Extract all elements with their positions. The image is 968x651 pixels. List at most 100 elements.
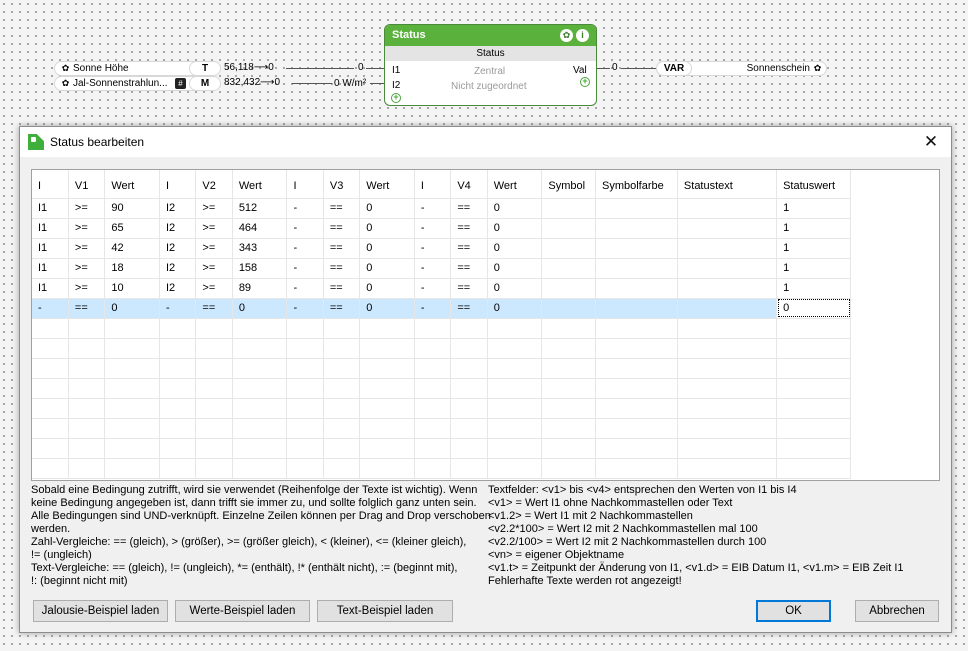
- table-cell[interactable]: [159, 438, 197, 459]
- table-cell[interactable]: [286, 358, 324, 379]
- table-cell[interactable]: [541, 358, 596, 379]
- table-cell[interactable]: [68, 338, 106, 359]
- empty-table-row[interactable]: [32, 398, 851, 419]
- table-cell[interactable]: I1: [32, 238, 69, 259]
- empty-table-row[interactable]: [32, 378, 851, 399]
- table-cell[interactable]: I1: [32, 278, 69, 299]
- table-cell[interactable]: -: [414, 218, 452, 239]
- table-cell[interactable]: ==: [323, 218, 361, 239]
- table-cell[interactable]: 10: [104, 278, 160, 299]
- table-cell[interactable]: [595, 318, 678, 339]
- table-cell[interactable]: [232, 398, 288, 419]
- status-node[interactable]: Status ✿ i Status I1 Zentral Val I2 Nich…: [384, 24, 597, 106]
- table-cell[interactable]: [159, 418, 197, 439]
- table-cell[interactable]: 42: [104, 238, 160, 259]
- table-cell[interactable]: 0: [487, 298, 543, 319]
- table-cell[interactable]: 0: [487, 258, 543, 279]
- table-cell[interactable]: [541, 198, 596, 219]
- table-cell[interactable]: [232, 438, 288, 459]
- table-cell[interactable]: [541, 418, 596, 439]
- table-cell[interactable]: [104, 398, 160, 419]
- table-cell[interactable]: [286, 438, 324, 459]
- table-cell[interactable]: [595, 418, 678, 439]
- table-cell[interactable]: [232, 458, 288, 479]
- table-cell[interactable]: [677, 298, 778, 319]
- table-cell[interactable]: ==: [323, 198, 361, 219]
- table-cell[interactable]: -: [414, 258, 452, 279]
- table-cell[interactable]: [232, 358, 288, 379]
- load-values-example-button[interactable]: Werte-Beispiel laden: [175, 600, 310, 622]
- table-cell[interactable]: 0: [359, 198, 415, 219]
- table-cell[interactable]: ==: [323, 258, 361, 279]
- table-cell[interactable]: 18: [104, 258, 160, 279]
- table-cell[interactable]: [414, 378, 452, 399]
- empty-table-row[interactable]: [32, 338, 851, 359]
- table-cell[interactable]: [323, 338, 361, 359]
- table-cell[interactable]: -: [286, 218, 324, 239]
- table-cell[interactable]: -: [159, 298, 197, 319]
- table-cell[interactable]: [450, 358, 488, 379]
- empty-table-row[interactable]: [32, 458, 851, 479]
- table-cell[interactable]: 0: [776, 298, 851, 319]
- table-cell[interactable]: [359, 438, 415, 459]
- table-cell[interactable]: [68, 438, 106, 459]
- table-cell[interactable]: >=: [195, 258, 233, 279]
- table-cell[interactable]: [487, 458, 543, 479]
- table-cell[interactable]: [323, 318, 361, 339]
- table-cell[interactable]: [68, 458, 106, 479]
- table-cell[interactable]: [677, 438, 778, 459]
- table-cell[interactable]: [68, 358, 106, 379]
- table-cell[interactable]: [68, 378, 106, 399]
- table-cell[interactable]: [195, 458, 233, 479]
- logic-canvas[interactable]: ✿ Sonne Höhe T 56,118⟶0 0 ✿ Jal-Sonnenstra…: [0, 0, 968, 126]
- table-cell[interactable]: [32, 418, 69, 439]
- table-cell[interactable]: [414, 418, 452, 439]
- table-cell[interactable]: [450, 378, 488, 399]
- table-cell[interactable]: [487, 438, 543, 459]
- table-cell[interactable]: I2: [159, 278, 197, 299]
- table-cell[interactable]: [323, 358, 361, 379]
- table-cell[interactable]: [450, 438, 488, 459]
- table-cell[interactable]: [541, 278, 596, 299]
- table-cell[interactable]: [487, 358, 543, 379]
- table-cell[interactable]: [323, 378, 361, 399]
- table-cell[interactable]: >=: [68, 278, 106, 299]
- table-cell[interactable]: 464: [232, 218, 288, 239]
- empty-table-row[interactable]: [32, 318, 851, 339]
- table-cell[interactable]: [159, 358, 197, 379]
- table-row[interactable]: I1 >= 18 I2 >= 158- == 0- == 0 1: [32, 258, 851, 279]
- table-cell[interactable]: [595, 358, 678, 379]
- table-cell[interactable]: [359, 398, 415, 419]
- table-cell[interactable]: [677, 198, 778, 219]
- table-cell[interactable]: ==: [450, 298, 488, 319]
- table-cell[interactable]: [68, 318, 106, 339]
- table-cell[interactable]: [232, 318, 288, 339]
- table-cell[interactable]: [359, 418, 415, 439]
- table-cell[interactable]: [776, 358, 851, 379]
- table-cell[interactable]: [541, 298, 596, 319]
- table-cell[interactable]: [776, 398, 851, 419]
- table-cell[interactable]: I2: [159, 238, 197, 259]
- table-cell[interactable]: [450, 418, 488, 439]
- table-cell[interactable]: [450, 398, 488, 419]
- table-cell[interactable]: [541, 218, 596, 239]
- table-cell[interactable]: [195, 378, 233, 399]
- table-cell[interactable]: [677, 218, 778, 239]
- cancel-button[interactable]: Abbrechen: [855, 600, 939, 622]
- table-cell[interactable]: -: [286, 258, 324, 279]
- table-cell[interactable]: [104, 438, 160, 459]
- table-cell[interactable]: 0: [359, 238, 415, 259]
- table-row[interactable]: I1 >= 65 I2 >= 464- == 0- == 0 1: [32, 218, 851, 239]
- table-cell[interactable]: [677, 258, 778, 279]
- table-cell[interactable]: 65: [104, 218, 160, 239]
- table-cell[interactable]: [414, 318, 452, 339]
- table-cell[interactable]: [104, 358, 160, 379]
- table-cell[interactable]: [359, 318, 415, 339]
- table-cell[interactable]: [487, 378, 543, 399]
- table-cell[interactable]: [776, 438, 851, 459]
- table-cell[interactable]: I1: [32, 218, 69, 239]
- table-cell[interactable]: [487, 418, 543, 439]
- table-cell[interactable]: [195, 358, 233, 379]
- add-output-icon[interactable]: +: [580, 77, 590, 87]
- table-cell[interactable]: [159, 378, 197, 399]
